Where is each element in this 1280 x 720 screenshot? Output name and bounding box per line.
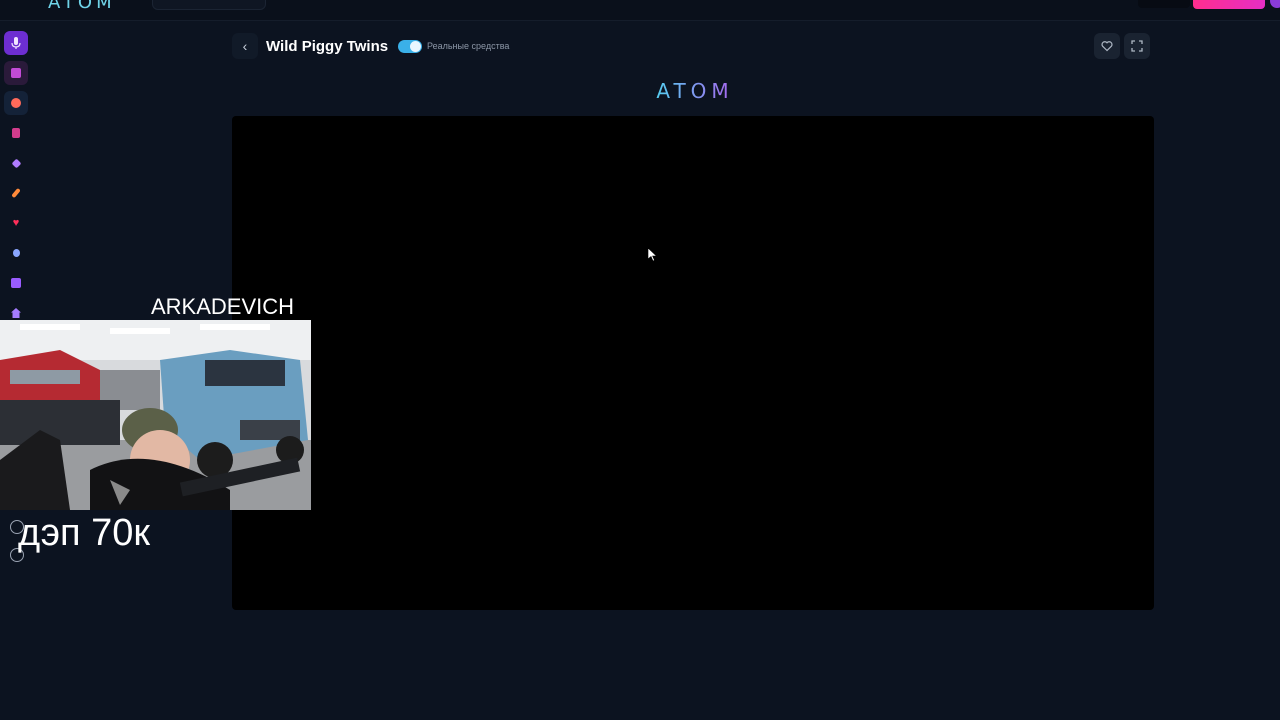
home-icon <box>11 308 21 318</box>
mic-icon <box>11 37 21 49</box>
back-button[interactable]: ‹ <box>232 33 258 59</box>
sidebar-item-slots[interactable] <box>4 61 28 85</box>
cursor-icon <box>647 247 658 267</box>
dice-icon <box>11 278 21 288</box>
cards-icon <box>12 128 20 138</box>
sidebar-item-cards[interactable] <box>4 121 28 145</box>
chevron-left-icon: ‹ <box>242 38 248 54</box>
fullscreen-button[interactable] <box>1124 33 1150 59</box>
sidebar-item-games[interactable] <box>4 271 28 295</box>
gem-icon <box>11 158 21 168</box>
real-money-toggle[interactable] <box>398 40 422 53</box>
sidebar-item-bonus[interactable] <box>4 241 28 265</box>
slots-icon <box>11 68 21 78</box>
game-header: ‹ Wild Piggy Twins Реальные средства <box>232 32 1152 62</box>
game-frame[interactable] <box>232 116 1154 610</box>
favorite-button[interactable] <box>1094 33 1120 59</box>
sidebar: ♥ <box>0 28 32 328</box>
sidebar-item-crash[interactable] <box>4 181 28 205</box>
sidebar-item-streams[interactable] <box>4 31 28 55</box>
heart-outline-icon <box>1101 41 1113 52</box>
deposit-button[interactable] <box>1193 0 1265 9</box>
globe-icon <box>11 98 21 108</box>
top-bar: ATOM <box>0 0 1280 21</box>
sidebar-item-live[interactable] <box>4 91 28 115</box>
site-logo[interactable]: ATOM <box>48 0 116 13</box>
toggle-knob <box>410 41 421 52</box>
sidebar-item-favorites[interactable]: ♥ <box>4 211 28 235</box>
search-input[interactable] <box>152 0 266 10</box>
stream-caption: дэп 70к <box>18 512 151 554</box>
rocket-icon <box>11 187 21 199</box>
fullscreen-icon <box>1131 40 1143 52</box>
sidebar-item-gem[interactable] <box>4 151 28 175</box>
heart-icon: ♥ <box>12 217 20 229</box>
real-money-label: Реальные средства <box>427 41 510 51</box>
avatar[interactable] <box>1270 0 1280 8</box>
streamer-name: ARKADEVICH <box>151 294 295 319</box>
potion-icon <box>12 249 20 257</box>
page-title: Wild Piggy Twins <box>266 38 389 55</box>
balance-widget[interactable] <box>1138 0 1190 8</box>
webcam-feed <box>0 320 311 510</box>
provider-logo: ATOM <box>650 78 740 104</box>
